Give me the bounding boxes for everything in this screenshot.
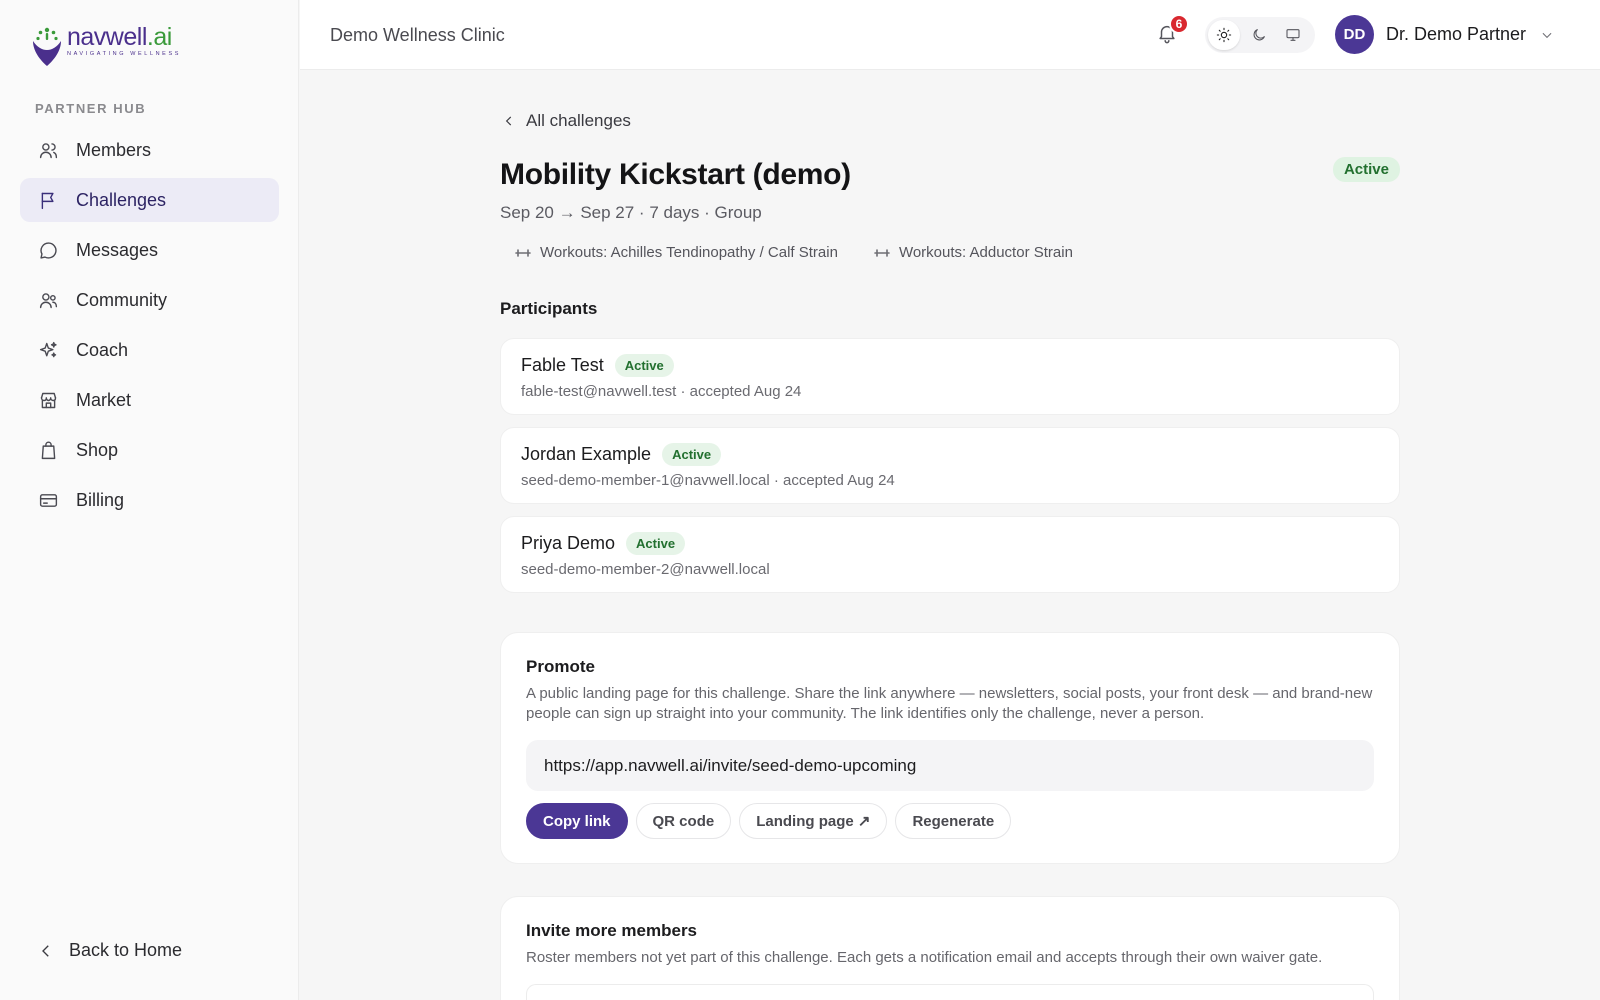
workout-label: Workouts: Adductor Strain [898,244,1073,261]
notifications-button[interactable]: 6 [1156,14,1189,48]
theme-switcher [1205,17,1315,53]
sidebar-item-label: Coach [76,339,129,360]
participant-name: Jordan Example [521,444,652,464]
dumbbell-icon [874,248,890,257]
workout-label: Workouts: Achilles Tendinopathy / Calf S… [540,244,838,261]
notification-count-badge: 6 [1169,14,1189,34]
top-bar: Demo Wellness Clinic 6 DD Dr. Demo Partn… [300,0,1600,70]
sidebar-item-challenges[interactable]: Challenges [20,178,279,222]
invite-member-field[interactable] [526,984,1374,1000]
workout-list: Workouts: Achilles Tendinopathy / Calf S… [500,238,1094,267]
sidebar-item-coach[interactable]: Coach [20,328,279,372]
workout-chip[interactable]: Workouts: Achilles Tendinopathy / Calf S… [500,238,853,267]
participant-card[interactable]: Fable Test Active fable-test@navwell.tes… [500,338,1400,415]
theme-dark-button[interactable] [1243,20,1275,50]
qr-code-button[interactable]: QR code [635,803,732,839]
all-challenges-link[interactable]: All challenges [502,111,631,131]
status-badge: Active [1332,157,1400,182]
landing-page-button[interactable]: Landing page ↗ [739,803,888,839]
flag-icon [37,189,59,211]
users-icon [37,139,59,161]
sparkles-icon [37,339,59,361]
theme-light-button[interactable] [1208,20,1240,50]
shopping-bag-icon [37,439,59,461]
sidebar-item-label: Members [76,139,152,160]
invite-heading: Invite more members [526,921,698,940]
logo-icon [33,27,61,66]
participant-detail: seed-demo-member-1@navwell.local · accep… [521,472,895,489]
status-badge: Active [626,532,686,555]
credit-card-icon [37,489,59,511]
sidebar-item-messages[interactable]: Messages [20,228,279,272]
chevron-left-icon [505,116,512,126]
all-challenges-label: All challenges [526,111,631,130]
participant-detail: seed-demo-member-2@navwell.local [521,561,770,578]
sidebar-item-members[interactable]: Members [20,128,279,172]
participant-name: Fable Test [521,355,604,375]
back-to-home-link[interactable]: Back to Home [37,940,182,961]
participant-detail: fable-test@navwell.test · accepted Aug 2… [521,383,802,400]
participants-heading: Participants [500,299,598,318]
monitor-icon [1286,29,1300,41]
challenge-meta: Sep 20 → Sep 27 · 7 days · Group [500,203,762,222]
sidebar-item-community[interactable]: Community [20,278,279,322]
sidebar-item-label: Shop [76,439,119,460]
user-menu[interactable]: DD Dr. Demo Partner [1335,15,1554,54]
workout-chip[interactable]: Workouts: Adductor Strain [859,238,1088,267]
promote-description: A public landing page for this challenge… [526,685,1373,722]
user-name: Dr. Demo Partner [1386,24,1527,44]
participant-card[interactable]: Jordan Example Active seed-demo-member-1… [500,427,1400,504]
promote-card: Promote A public landing page for this c… [500,632,1400,864]
chevron-left-icon [42,944,49,957]
sidebar-item-label: Market [76,389,132,410]
sidebar-item-billing[interactable]: Billing [20,478,279,522]
community-icon [37,289,59,311]
sidebar-item-label: Messages [76,239,159,260]
invite-card: Invite more members Roster members not y… [500,896,1400,1000]
sidebar-item-label: Challenges [76,189,167,210]
sidebar-item-market[interactable]: Market [20,378,279,422]
regenerate-button[interactable]: Regenerate [895,803,1012,839]
participant-name: Priya Demo [521,533,616,553]
sidebar-nav: Members Challenges Messages Community Co… [20,128,279,528]
moon-icon [1253,29,1265,41]
sidebar-item-label: Community [76,289,168,310]
copy-link-button[interactable]: Copy link [526,803,628,839]
back-to-home-label: Back to Home [69,940,183,960]
challenge-detail: All challenges Mobility Kickstart (demo)… [500,70,1400,1000]
sidebar-item-label: Billing [76,489,125,510]
invite-description: Roster members not yet part of this chal… [526,949,1323,966]
sidebar-item-shop[interactable]: Shop [20,428,279,472]
status-badge: Active [614,354,674,377]
participant-list: Fable Test Active fable-test@navwell.tes… [500,338,1400,605]
promote-heading: Promote [526,657,595,676]
chat-bubble-icon [37,239,59,261]
promote-actions: Copy link QR code Landing page ↗ Regener… [526,803,1374,839]
brand-tagline: NAVIGATING WELLNESS [67,51,181,57]
clinic-name: Demo Wellness Clinic [330,25,505,45]
sidebar: navwell.ai NAVIGATING WELLNESS PARTNER H… [0,0,299,1000]
brand-logo[interactable]: navwell.ai NAVIGATING WELLNESS [30,24,181,68]
section-label: PARTNER HUB [35,101,147,116]
status-badge: Active [662,443,722,466]
page-title: Mobility Kickstart (demo) [500,158,851,191]
participant-card[interactable]: Priya Demo Active seed-demo-member-2@nav… [500,516,1400,593]
sun-icon [1216,27,1232,43]
theme-system-button[interactable] [1277,20,1309,50]
dumbbell-icon [515,248,531,257]
storefront-icon [37,389,59,411]
chevron-down-icon [1542,32,1552,38]
avatar: DD [1335,15,1374,54]
invite-link-field[interactable] [526,740,1374,791]
